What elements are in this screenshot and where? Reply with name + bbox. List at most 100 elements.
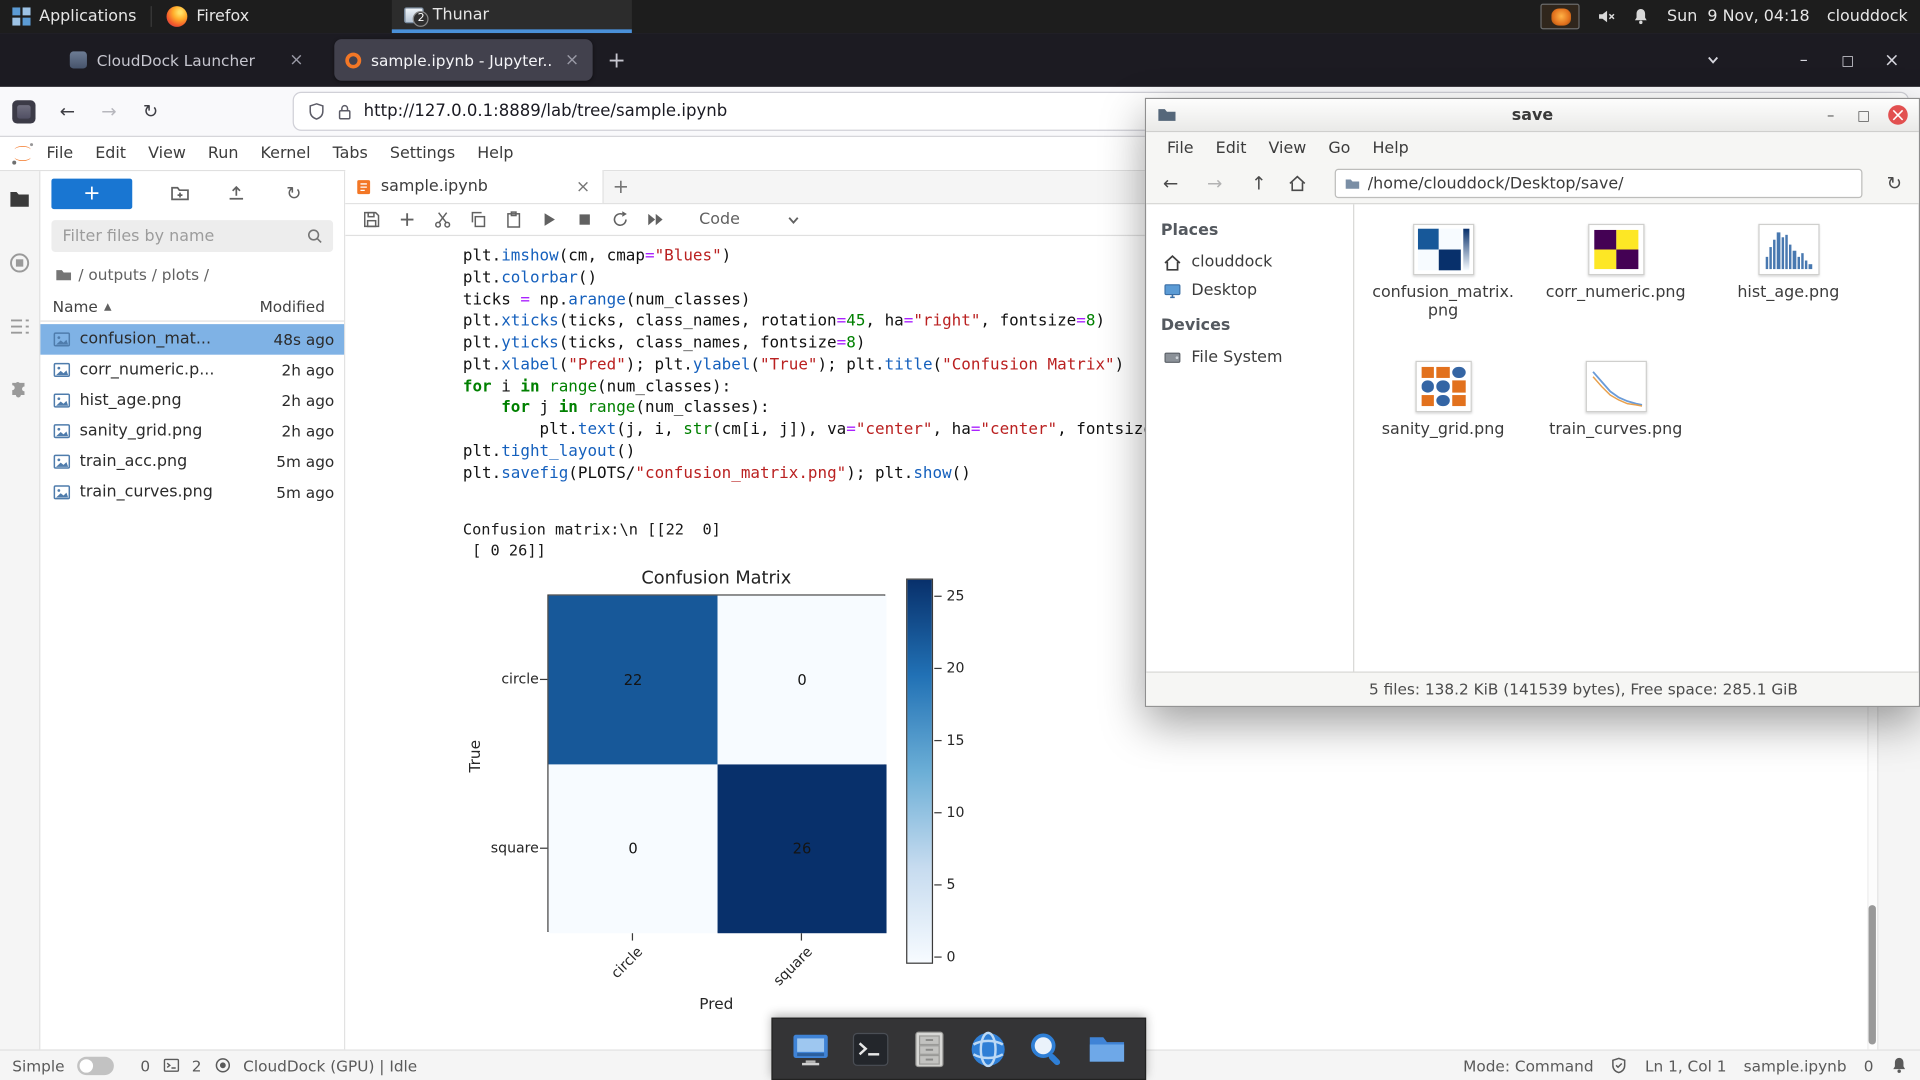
sidebar-item-desktop[interactable]: Desktop xyxy=(1146,276,1353,304)
code-cell-editor[interactable]: plt.imshow(cm, cmap="Blues")plt.colorbar… xyxy=(463,246,1182,485)
dock-search-button[interactable] xyxy=(1027,1028,1069,1070)
jupyter-menu-settings[interactable]: Settings xyxy=(379,137,466,170)
refresh-file-list-button[interactable] xyxy=(279,179,308,208)
column-name[interactable]: Name xyxy=(53,297,98,315)
volume-muted-icon[interactable] xyxy=(1597,7,1615,25)
thunar-menu-help[interactable]: Help xyxy=(1361,139,1419,157)
window-minimize-button[interactable] xyxy=(1788,44,1820,76)
notification-bell-icon[interactable] xyxy=(1891,1057,1908,1074)
kernel-status-text[interactable]: CloudDock (GPU) | Idle xyxy=(243,1056,417,1074)
sidebar-item-home[interactable]: clouddock xyxy=(1146,248,1353,276)
notifications-bell-icon[interactable] xyxy=(1633,7,1650,25)
lock-icon[interactable] xyxy=(337,102,353,120)
jupyter-menu-file[interactable]: File xyxy=(36,137,85,170)
new-tab-button[interactable] xyxy=(607,47,625,73)
cut-cells-button[interactable] xyxy=(433,210,451,228)
file-row-hist-age-png[interactable]: hist_age.png2h ago xyxy=(40,385,344,416)
status-count[interactable]: 0 xyxy=(140,1056,150,1074)
file-row-corr-numeric-p-[interactable]: corr_numeric.p...2h ago xyxy=(40,355,344,386)
thunar-menu-view[interactable]: View xyxy=(1257,139,1317,157)
jupyter-menu-help[interactable]: Help xyxy=(466,137,524,170)
dock-files-button[interactable] xyxy=(1086,1028,1128,1070)
simple-mode-toggle[interactable] xyxy=(77,1056,114,1074)
sidebar-item-filesystem[interactable]: File System xyxy=(1146,344,1353,372)
back-button[interactable] xyxy=(53,100,82,122)
save-button[interactable] xyxy=(362,210,380,228)
tab-close-icon[interactable] xyxy=(573,177,592,197)
taskbar-firefox-button[interactable]: Firefox xyxy=(155,0,393,33)
thunar-file-grid[interactable]: confusion_matrix.pngcorr_numeric.pnghist… xyxy=(1354,204,1918,671)
paste-cells-button[interactable] xyxy=(504,210,522,228)
new-folder-button[interactable] xyxy=(165,179,194,208)
forward-button[interactable] xyxy=(1200,172,1229,194)
dock-terminal-button[interactable] xyxy=(849,1028,891,1070)
browser-tab-clouddock-launcher[interactable]: CloudDock Launcher xyxy=(59,39,317,81)
tab-close-icon[interactable] xyxy=(562,50,581,70)
up-button[interactable] xyxy=(1244,172,1273,194)
thunar-menu-edit[interactable]: Edit xyxy=(1205,139,1258,157)
home-button[interactable] xyxy=(1288,175,1317,192)
filter-files-input[interactable] xyxy=(51,220,333,252)
column-modified[interactable]: Modified xyxy=(260,297,325,315)
copy-cells-button[interactable] xyxy=(469,210,487,228)
taskbar-thunar-button[interactable]: 2 Thunar xyxy=(392,0,632,33)
window-close-button[interactable] xyxy=(1888,105,1908,125)
interrupt-kernel-button[interactable] xyxy=(576,210,594,228)
restart-run-all-button[interactable] xyxy=(647,210,665,228)
trust-shield-icon[interactable] xyxy=(1611,1057,1628,1074)
jupyter-menu-edit[interactable]: Edit xyxy=(84,137,137,170)
tray-app-icon[interactable] xyxy=(1541,4,1580,30)
jupyter-menu-run[interactable]: Run xyxy=(197,137,250,170)
file-row-train-curves-png[interactable]: train_curves.png5m ago xyxy=(40,477,344,508)
applications-menu[interactable]: Applications xyxy=(0,0,149,33)
window-minimize-button[interactable] xyxy=(1822,106,1839,123)
run-cell-button[interactable] xyxy=(540,210,558,228)
add-cell-button[interactable] xyxy=(398,210,416,228)
thunar-file-hist_age.png[interactable]: hist_age.png xyxy=(1708,216,1870,353)
file-row-confusion-mat-[interactable]: confusion_mat...48s ago xyxy=(40,324,344,355)
dock-file-cabinet-button[interactable] xyxy=(908,1028,950,1070)
tab-close-icon[interactable] xyxy=(287,50,306,70)
running-sessions-icon[interactable] xyxy=(9,252,31,274)
cell-type-dropdown[interactable]: Code xyxy=(699,210,801,228)
dock-browser-button[interactable] xyxy=(968,1028,1010,1070)
dock-desktop-button[interactable] xyxy=(790,1028,832,1070)
thunar-menu-file[interactable]: File xyxy=(1156,139,1205,157)
window-maximize-button[interactable] xyxy=(1832,44,1864,76)
extensions-icon[interactable] xyxy=(9,379,31,401)
command-mode-indicator[interactable]: Mode: Command xyxy=(1463,1056,1593,1074)
reload-button[interactable] xyxy=(1880,172,1909,194)
jupyter-menu-tabs[interactable]: Tabs xyxy=(322,137,379,170)
notification-count[interactable]: 0 xyxy=(1864,1056,1874,1074)
new-notebook-tab-button[interactable] xyxy=(604,170,638,203)
window-close-button[interactable] xyxy=(1876,44,1908,76)
file-row-sanity-grid-png[interactable]: sanity_grid.png2h ago xyxy=(40,416,344,447)
kernel-session-count[interactable]: 2 xyxy=(192,1056,202,1074)
thunar-menu-go[interactable]: Go xyxy=(1317,139,1361,157)
kernel-status-icon[interactable] xyxy=(214,1057,231,1074)
scrollbar-thumb[interactable] xyxy=(1869,905,1876,1044)
clock[interactable]: Sun 9 Nov, 04:18 xyxy=(1667,7,1810,25)
path-bar[interactable]: /home/clouddock/Desktop/save/ xyxy=(1335,169,1863,198)
user-label[interactable]: clouddock xyxy=(1827,7,1908,25)
restart-kernel-button[interactable] xyxy=(611,210,629,228)
new-launcher-button[interactable] xyxy=(51,178,132,209)
jupyter-menu-view[interactable]: View xyxy=(137,137,197,170)
breadcrumb[interactable]: / outputs / plots / xyxy=(40,252,344,292)
browser-tab-jupyter[interactable]: sample.ipynb - Jupyter... xyxy=(334,39,592,81)
terminal-status-icon[interactable] xyxy=(162,1057,179,1074)
thunar-file-sanity_grid.png[interactable]: sanity_grid.png xyxy=(1362,353,1524,490)
upload-button[interactable] xyxy=(222,179,251,208)
list-all-tabs-icon[interactable] xyxy=(1697,44,1729,76)
reload-button[interactable] xyxy=(136,100,165,122)
thunar-file-corr_numeric.png[interactable]: corr_numeric.png xyxy=(1535,216,1697,353)
thunar-file-train_curves.png[interactable]: train_curves.png xyxy=(1535,353,1697,490)
firefox-view-icon[interactable] xyxy=(12,100,35,123)
file-browser-tab-icon[interactable] xyxy=(9,188,31,210)
thunar-file-confusion_matrix.png[interactable]: confusion_matrix.png xyxy=(1362,216,1524,353)
cursor-position[interactable]: Ln 1, Col 1 xyxy=(1645,1056,1726,1074)
tracking-shield-icon[interactable] xyxy=(307,102,325,122)
file-row-train-acc-png[interactable]: train_acc.png5m ago xyxy=(40,446,344,477)
back-button[interactable] xyxy=(1156,172,1185,194)
table-of-contents-icon[interactable] xyxy=(9,316,31,338)
